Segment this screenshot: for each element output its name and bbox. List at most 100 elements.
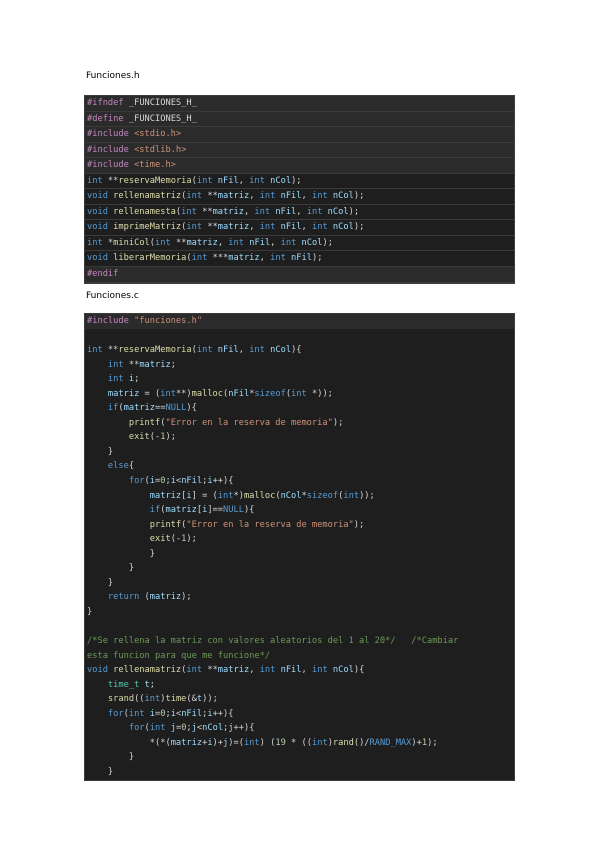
code-token: nCol <box>202 723 224 734</box>
code-token: nCol <box>280 490 302 501</box>
code-token: )); <box>359 490 375 501</box>
code-token: )+ <box>212 737 224 748</box>
code-line: else{ <box>85 459 514 474</box>
code-line: void rellenamatriz(int **matriz, int nFi… <box>85 663 514 678</box>
code-token: malloc <box>191 388 224 399</box>
code-token: nCol <box>327 665 354 676</box>
code-token: int <box>343 490 360 501</box>
code-token: ){ <box>186 403 197 414</box>
code-line: int *miniCol(int **matriz, int nFil, int… <box>85 236 514 252</box>
code-token: #include <box>87 129 129 140</box>
code-token: ); <box>427 737 438 748</box>
code-token: <time.h> <box>128 160 176 171</box>
code-token: #ifndef <box>87 98 124 108</box>
code-line: for(int i=0;i<nFil;i++){ <box>85 707 514 722</box>
code-token: , <box>249 665 260 676</box>
code-token: ); <box>165 432 176 443</box>
code-token: matriz <box>217 665 250 676</box>
code-token: ]== <box>207 505 224 516</box>
code-line: if(matriz==NULL){ <box>85 401 514 416</box>
code-line: #include "funciones.h" <box>85 314 514 329</box>
code-token: #include <box>87 316 129 326</box>
code-token: ** <box>123 359 140 370</box>
code-token: liberarMemoria <box>107 253 187 264</box>
code-token: int <box>259 191 276 202</box>
code-line: matriz = (int**)malloc(nFil*sizeof(int *… <box>85 387 514 402</box>
code-token: , <box>238 345 250 356</box>
code-token: int <box>270 253 286 264</box>
code-token: malloc <box>243 490 276 501</box>
code-token: ++){ <box>212 708 234 719</box>
code-token: int <box>259 665 276 676</box>
code-token: int <box>249 345 265 356</box>
code-token: int <box>144 694 161 705</box>
code-token: } <box>87 766 114 777</box>
code-token: ){ <box>243 505 255 516</box>
code-token: int <box>254 206 271 217</box>
code-token: _FUNCIONES_H_ <box>123 98 197 108</box>
code-line: exit(-1); <box>85 532 514 547</box>
code-token: , <box>301 222 312 233</box>
code-token: )); <box>202 694 218 705</box>
code-token: return <box>107 592 140 603</box>
code-line: *(*(matriz+i)+j)=(int) (19 * ((int)rand(… <box>85 736 514 751</box>
code-token: == <box>155 403 166 414</box>
code-token: <stdlib.h> <box>128 144 187 155</box>
code-token: nCol <box>264 175 292 186</box>
code-token: #endif <box>87 269 119 280</box>
code-token: matriz <box>217 191 250 202</box>
code-token: rellenamesta <box>107 206 176 217</box>
code-token: ** <box>202 191 218 202</box>
code-token: , <box>217 237 229 248</box>
code-token: * <box>102 237 114 248</box>
code-token: #define <box>87 113 124 124</box>
code-token: matriz <box>123 403 156 414</box>
code-token: #include <box>87 144 129 155</box>
code-token: ** <box>102 175 119 186</box>
code-line: } <box>85 765 514 780</box>
code-token: ); <box>353 191 365 202</box>
code-line: for(i=0;i<nFil;i++){ <box>85 474 514 489</box>
code-token: ); <box>332 417 344 428</box>
code-token: _FUNCIONES_H_ <box>123 113 197 124</box>
code-line: void liberarMemoria(int ***matriz, int n… <box>85 251 514 268</box>
code-token: void <box>87 206 108 217</box>
code-token: *) <box>233 490 244 501</box>
code-line: #define _FUNCIONES_H_ <box>85 111 514 128</box>
code-token: void <box>87 253 108 264</box>
code-token: nCol <box>327 191 354 202</box>
code-token: , <box>238 175 250 186</box>
code-token: #include <box>87 160 129 171</box>
code-token: int <box>191 253 208 264</box>
code-line: printf("Error en la reserva de memoria")… <box>85 416 514 431</box>
code-token: * (( <box>285 737 312 748</box>
code-token: nFil <box>181 476 203 487</box>
code-token: reservaMemoria <box>118 175 192 186</box>
code-token: nFil <box>275 665 302 676</box>
code-token: t <box>139 679 150 690</box>
code-token: ; <box>170 359 176 370</box>
code-token: int <box>228 237 244 248</box>
code-token: int <box>259 222 276 233</box>
code-token: , <box>259 253 271 264</box>
code-token: matriz <box>170 737 203 748</box>
code-line: } <box>85 750 514 765</box>
code-token: esta funcion para que me funcione*/ <box>87 650 271 661</box>
code-token: time <box>165 694 187 705</box>
code-token: matriz <box>228 253 260 264</box>
code-token: "Error en la reserva de memoria" <box>165 417 333 428</box>
code-token: , <box>243 206 255 217</box>
code-token: matriz <box>212 206 244 217</box>
